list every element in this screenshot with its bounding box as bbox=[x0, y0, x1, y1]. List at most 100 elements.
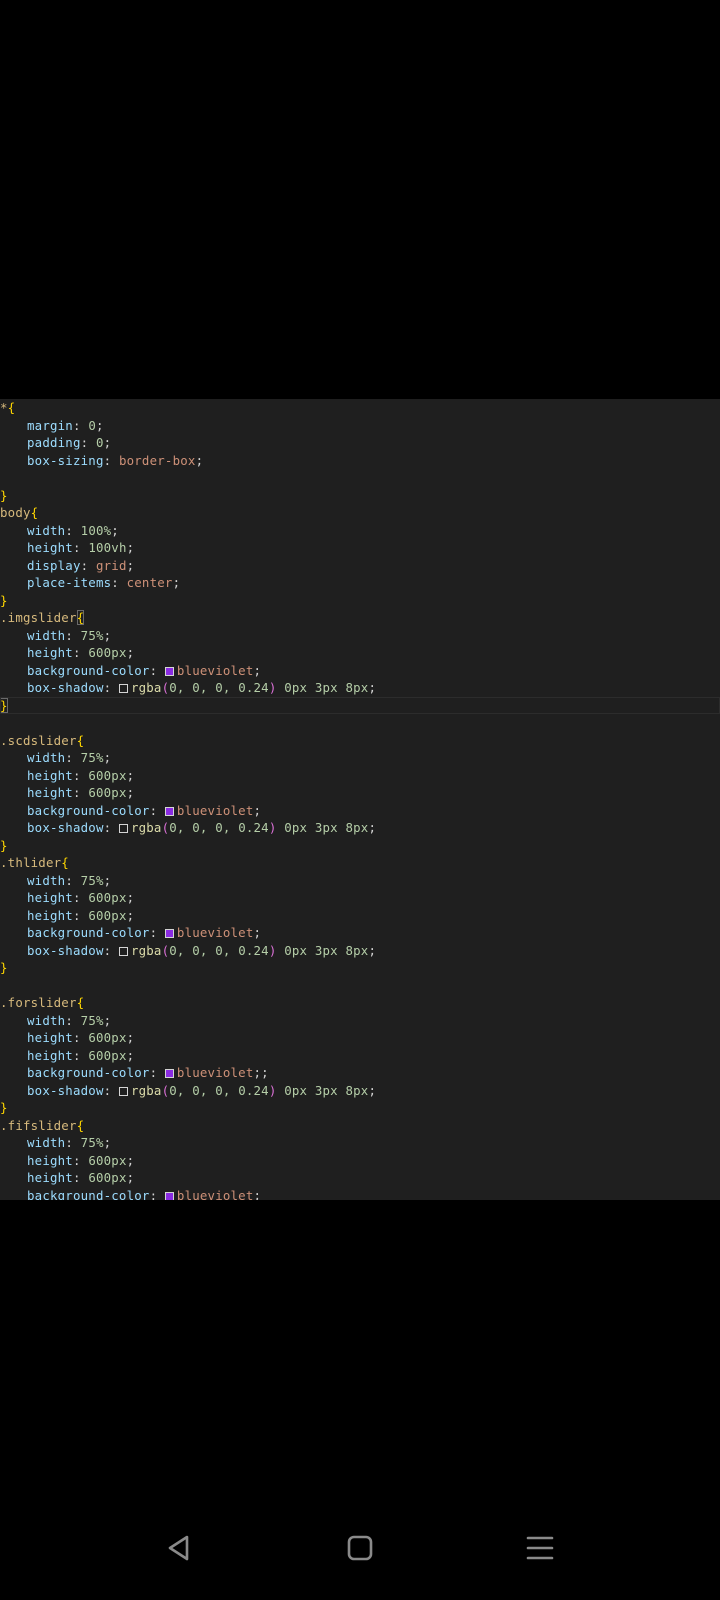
color-swatch-icon[interactable] bbox=[164, 1191, 174, 1200]
property-token: width bbox=[27, 872, 66, 888]
semicolon-token: ; bbox=[368, 942, 377, 958]
code-line: height: 100vh; bbox=[0, 539, 720, 557]
colon-token: : bbox=[80, 557, 89, 573]
code-line: height: 600px; bbox=[0, 1169, 720, 1187]
recents-button[interactable] bbox=[512, 1522, 568, 1578]
semicolon-token: ; bbox=[103, 435, 112, 450]
value-token: grid bbox=[95, 557, 127, 573]
number-token: 0px 3px 8px bbox=[284, 680, 369, 695]
selector-token: .fifslider bbox=[0, 1117, 77, 1133]
code-line: height: 600px; bbox=[0, 1152, 720, 1170]
number-token: 0px 3px 8px bbox=[284, 820, 369, 835]
property-token: box-shadow bbox=[27, 942, 104, 958]
color-swatch-icon[interactable] bbox=[118, 1086, 128, 1096]
colon-token: : bbox=[72, 1170, 81, 1185]
code-line: background-color: blueviolet; bbox=[0, 1187, 720, 1201]
colon-token: : bbox=[149, 662, 158, 678]
open-brace-token: { bbox=[76, 732, 85, 748]
semicolon-token: ; bbox=[253, 662, 262, 678]
number-token: 600px bbox=[88, 785, 127, 800]
colon-token: : bbox=[72, 540, 81, 555]
semicolon-token: ;; bbox=[253, 1065, 269, 1080]
colon-token: : bbox=[103, 680, 112, 695]
semicolon-token: ; bbox=[368, 1082, 377, 1098]
code-line: width: 75%; bbox=[0, 749, 720, 767]
open-brace-token: { bbox=[76, 995, 85, 1010]
current-code-line[interactable]: } bbox=[0, 696, 720, 714]
colon-token: : bbox=[65, 872, 73, 888]
code-line: height: 600px; bbox=[0, 784, 720, 802]
colon-token: : bbox=[65, 750, 73, 765]
color-swatch-icon[interactable] bbox=[118, 824, 128, 833]
code-line: background-color: blueviolet;; bbox=[0, 1064, 720, 1082]
semicolon-token: ; bbox=[126, 540, 135, 555]
property-token: height bbox=[27, 907, 73, 923]
number-token: 600px bbox=[88, 767, 127, 783]
semicolon-token: ; bbox=[103, 627, 112, 643]
property-token: box-sizing bbox=[27, 452, 104, 468]
selector-token: .imgslider bbox=[0, 610, 77, 625]
colon-token: : bbox=[72, 1030, 81, 1045]
semicolon-token: ; bbox=[111, 522, 119, 538]
code-line: background-color: blueviolet; bbox=[0, 662, 720, 680]
property-token: height bbox=[27, 1047, 73, 1063]
code-editor[interactable]: *{ margin: 0; padding: 0; box-sizing: bo… bbox=[0, 399, 720, 1200]
code-line: margin: 0; bbox=[0, 417, 720, 435]
value-token: blueviolet bbox=[176, 1187, 254, 1201]
number-token: 75% bbox=[80, 1135, 104, 1150]
number-token: 600px bbox=[88, 1047, 127, 1063]
colon-token: : bbox=[65, 522, 73, 538]
number-token: 100vh bbox=[88, 540, 127, 555]
number-token: 600px bbox=[88, 890, 127, 905]
open-brace-token: { bbox=[7, 400, 16, 415]
color-swatch-icon[interactable] bbox=[164, 666, 174, 676]
property-token: height bbox=[27, 767, 73, 783]
semicolon-token: ; bbox=[253, 1187, 262, 1201]
phone-screen: *{ margin: 0; padding: 0; box-sizing: bo… bbox=[0, 0, 720, 1600]
color-swatch-icon[interactable] bbox=[164, 806, 174, 816]
number-token: 600px bbox=[88, 1170, 127, 1185]
property-token: background-color bbox=[27, 802, 150, 818]
number-token: 0, 0, 0, 0.24 bbox=[169, 942, 269, 958]
semicolon-token: ; bbox=[126, 785, 135, 800]
semicolon-token: ; bbox=[103, 1012, 112, 1028]
semicolon-token: ; bbox=[126, 1170, 135, 1185]
code-line: .scdslider{ bbox=[0, 732, 720, 750]
empty-code-line bbox=[0, 714, 720, 732]
property-token: box-shadow bbox=[27, 820, 104, 835]
color-swatch-icon[interactable] bbox=[118, 946, 128, 956]
code-line: background-color: blueviolet; bbox=[0, 924, 720, 942]
number-token: 600px bbox=[88, 1152, 127, 1168]
code-line: width: 75%; bbox=[0, 1134, 720, 1152]
semicolon-token: ; bbox=[103, 1135, 112, 1150]
color-swatch-icon[interactable] bbox=[164, 929, 174, 938]
code-line: *{ bbox=[0, 399, 720, 417]
close-brace-token: } bbox=[0, 697, 8, 713]
semicolon-token: ; bbox=[195, 452, 204, 468]
colon-token: : bbox=[72, 907, 81, 923]
color-swatch-icon[interactable] bbox=[164, 1069, 174, 1078]
code-line: width: 100%; bbox=[0, 522, 720, 540]
code-line: background-color: blueviolet; bbox=[0, 802, 720, 820]
colon-token: : bbox=[72, 1152, 81, 1168]
back-button[interactable] bbox=[151, 1522, 207, 1578]
semicolon-token: ; bbox=[126, 767, 135, 783]
colon-token: : bbox=[103, 820, 112, 835]
empty-code-line bbox=[0, 469, 720, 487]
code-line: box-shadow: rgba(0, 0, 0, 0.24) 0px 3px … bbox=[0, 679, 720, 697]
home-button[interactable] bbox=[332, 1522, 388, 1578]
value-token: blueviolet bbox=[176, 802, 254, 818]
code-line: display: grid; bbox=[0, 557, 720, 575]
system-navigation-bar bbox=[0, 1500, 720, 1600]
semicolon-token: ; bbox=[126, 1152, 135, 1168]
code-line: } bbox=[0, 487, 720, 505]
property-token: background-color bbox=[27, 925, 150, 940]
function-token: rgba bbox=[130, 680, 162, 695]
colon-token: : bbox=[72, 890, 81, 905]
code-line: height: 600px; bbox=[0, 907, 720, 925]
property-token: height bbox=[27, 890, 73, 905]
paren-token: ) bbox=[268, 942, 277, 958]
property-token: width bbox=[27, 522, 66, 538]
color-swatch-icon[interactable] bbox=[118, 684, 128, 693]
property-token: height bbox=[27, 1152, 73, 1168]
